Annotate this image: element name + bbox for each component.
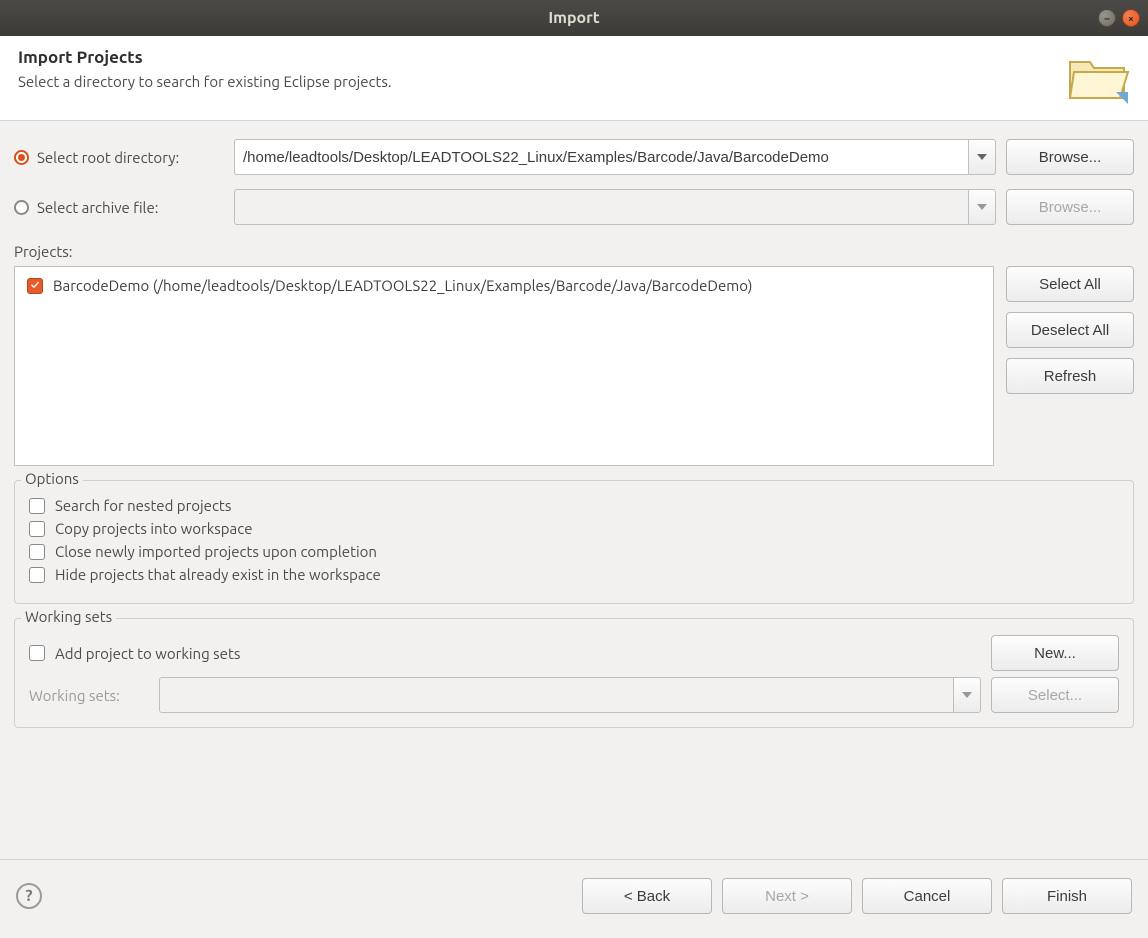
- wizard-footer: ? < Back Next > Cancel Finish: [0, 860, 1148, 938]
- wizard-header: Import Projects Select a directory to se…: [0, 36, 1148, 121]
- working-sets-input: [159, 677, 953, 713]
- projects-area: ✓ BarcodeDemo (/home/leadtools/Desktop/L…: [14, 266, 1134, 466]
- projects-label: Projects:: [14, 243, 1134, 260]
- add-to-working-sets-checkbox[interactable]: [29, 645, 45, 661]
- option-copy-workspace[interactable]: Copy projects into workspace: [29, 520, 1119, 537]
- titlebar: Import – ×: [0, 0, 1148, 36]
- browse-archive-label: Browse...: [1039, 199, 1102, 216]
- finish-button[interactable]: Finish: [1002, 878, 1132, 914]
- archive-file-text: Select archive file:: [37, 199, 158, 216]
- copy-workspace-checkbox[interactable]: [29, 521, 45, 537]
- archive-file-dropdown-toggle: [968, 189, 996, 225]
- next-label: Next >: [765, 888, 809, 905]
- root-directory-input[interactable]: [234, 139, 968, 175]
- working-sets-combo: [159, 677, 981, 713]
- chevron-down-icon: [977, 154, 987, 160]
- deselect-all-label: Deselect All: [1031, 322, 1109, 339]
- select-all-label: Select All: [1039, 276, 1101, 293]
- options-legend: Options: [21, 470, 83, 487]
- help-button[interactable]: ?: [16, 883, 42, 909]
- minimize-button[interactable]: –: [1098, 9, 1116, 27]
- refresh-button[interactable]: Refresh: [1006, 358, 1134, 394]
- chevron-down-icon: [962, 692, 972, 698]
- options-group: Options Search for nested projects Copy …: [14, 480, 1134, 604]
- chevron-down-icon: [977, 204, 987, 210]
- next-button: Next >: [722, 878, 852, 914]
- page-subtitle: Select a directory to search for existin…: [18, 73, 392, 90]
- archive-file-radio[interactable]: [14, 200, 29, 215]
- select-all-button[interactable]: Select All: [1006, 266, 1134, 302]
- window-title: Import: [548, 9, 599, 27]
- project-checkbox[interactable]: ✓: [27, 278, 43, 294]
- browse-root-button[interactable]: Browse...: [1006, 139, 1134, 175]
- refresh-label: Refresh: [1044, 368, 1097, 385]
- project-item[interactable]: ✓ BarcodeDemo (/home/leadtools/Desktop/L…: [27, 277, 981, 294]
- page-title: Import Projects: [18, 48, 392, 67]
- hide-existing-label: Hide projects that already exist in the …: [55, 566, 381, 583]
- new-working-set-button[interactable]: New...: [991, 635, 1119, 671]
- cancel-button[interactable]: Cancel: [862, 878, 992, 914]
- hide-existing-checkbox[interactable]: [29, 567, 45, 583]
- new-working-set-label: New...: [1034, 645, 1076, 662]
- browse-archive-button: Browse...: [1006, 189, 1134, 225]
- add-to-working-sets-label: Add project to working sets: [55, 645, 240, 662]
- finish-label: Finish: [1047, 888, 1087, 905]
- back-label: < Back: [624, 888, 670, 905]
- root-directory-radio[interactable]: [14, 150, 29, 165]
- browse-root-label: Browse...: [1039, 149, 1102, 166]
- archive-file-combo: [234, 189, 996, 225]
- option-hide-existing[interactable]: Hide projects that already exist in the …: [29, 566, 1119, 583]
- archive-file-row: Select archive file: Browse...: [14, 189, 1134, 225]
- close-imported-checkbox[interactable]: [29, 544, 45, 560]
- select-working-sets-button: Select...: [991, 677, 1119, 713]
- copy-workspace-label: Copy projects into workspace: [55, 520, 252, 537]
- working-sets-combo-label: Working sets:: [29, 687, 149, 704]
- option-close-imported[interactable]: Close newly imported projects upon compl…: [29, 543, 1119, 560]
- search-nested-label: Search for nested projects: [55, 497, 231, 514]
- search-nested-checkbox[interactable]: [29, 498, 45, 514]
- wizard-content: Select root directory: Browse... Select …: [0, 121, 1148, 859]
- close-imported-label: Close newly imported projects upon compl…: [55, 543, 377, 560]
- project-item-label: BarcodeDemo (/home/leadtools/Desktop/LEA…: [53, 277, 752, 294]
- select-working-sets-label: Select...: [1028, 687, 1082, 704]
- working-sets-dropdown-toggle: [953, 677, 981, 713]
- root-directory-radio-label[interactable]: Select root directory:: [14, 149, 224, 166]
- archive-file-radio-label[interactable]: Select archive file:: [14, 199, 224, 216]
- option-search-nested[interactable]: Search for nested projects: [29, 497, 1119, 514]
- root-directory-row: Select root directory: Browse...: [14, 139, 1134, 175]
- working-sets-legend: Working sets: [21, 608, 116, 625]
- root-directory-dropdown-toggle[interactable]: [968, 139, 996, 175]
- deselect-all-button[interactable]: Deselect All: [1006, 312, 1134, 348]
- cancel-label: Cancel: [904, 888, 951, 905]
- root-directory-combo[interactable]: [234, 139, 996, 175]
- root-directory-text: Select root directory:: [37, 149, 179, 166]
- archive-file-input: [234, 189, 968, 225]
- working-sets-group: Working sets Add project to working sets…: [14, 618, 1134, 728]
- import-folder-icon: [1066, 48, 1130, 104]
- back-button[interactable]: < Back: [582, 878, 712, 914]
- close-window-button[interactable]: ×: [1122, 9, 1140, 27]
- projects-list[interactable]: ✓ BarcodeDemo (/home/leadtools/Desktop/L…: [14, 266, 994, 466]
